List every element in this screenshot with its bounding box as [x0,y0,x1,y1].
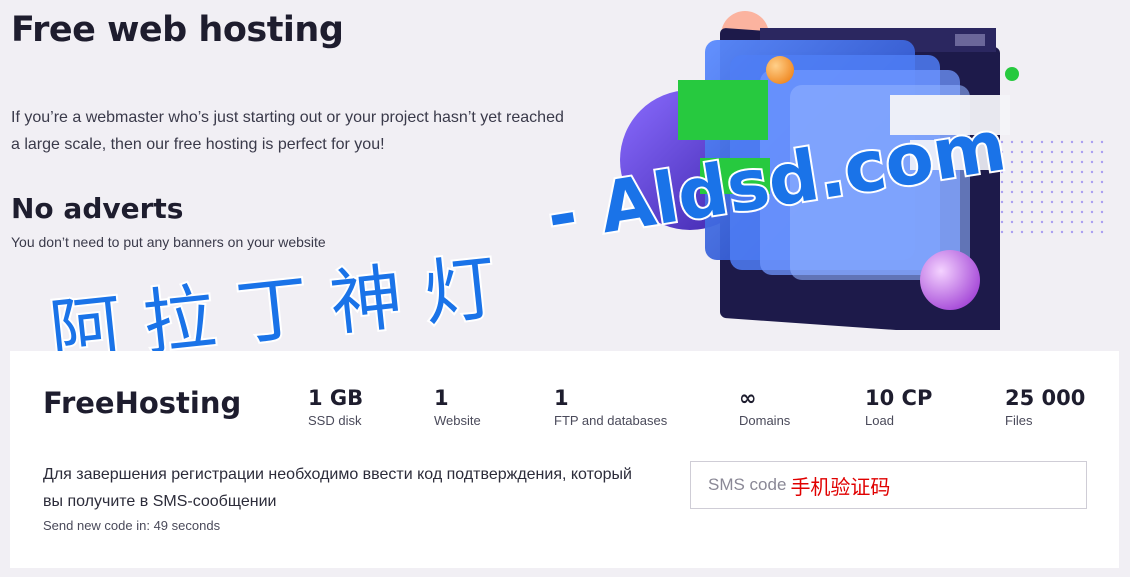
spec-load: 10 CP Load [865,385,932,428]
spec-website: 1 Website [434,385,481,428]
plan-name: FreeHosting [43,386,242,420]
feature-description: You don’t need to put any banners on you… [11,234,326,250]
page-title: Free web hosting [11,10,344,50]
resend-prefix: Send new code in: [43,518,154,533]
spec-value: 1 GB [308,386,364,410]
feature-title: No adverts [11,192,184,225]
sms-code-input[interactable]: SMS code 手机验证码 [690,461,1087,509]
sms-notice: Для завершения регистрации необходимо вв… [43,466,632,510]
spec-value: 10 CP [865,386,933,410]
spec-files: 25 000 Files [1005,385,1085,428]
spec-label: Domains [739,413,791,428]
spec-domains: ∞ Domains [739,385,790,428]
spec-label: SSD disk [308,413,362,428]
spec-label: Website [434,413,481,428]
hero-description: If you’re a webmaster who’s just startin… [11,109,564,153]
spec-ssd-disk: 1 GB SSD disk [308,385,363,428]
spec-ftp-databases: 1 FTP and databases [554,385,667,428]
spec-value: 1 [434,386,449,410]
sms-code-placeholder: SMS code [708,475,787,494]
spec-value: 1 [554,386,569,410]
resend-seconds: 49 seconds [153,518,221,533]
plan-card: FreeHosting 1 GB SSD disk 1 Website 1 FT… [10,351,1119,568]
spec-value: ∞ [739,386,757,410]
sms-code-annotation: 手机验证码 [790,474,891,499]
spec-label: Files [1005,413,1033,428]
resend-timer: Send new code in: 49 seconds [43,518,220,533]
spec-label: FTP and databases [554,413,668,428]
spec-label: Load [865,413,894,428]
spec-value: 25 000 [1005,386,1086,410]
